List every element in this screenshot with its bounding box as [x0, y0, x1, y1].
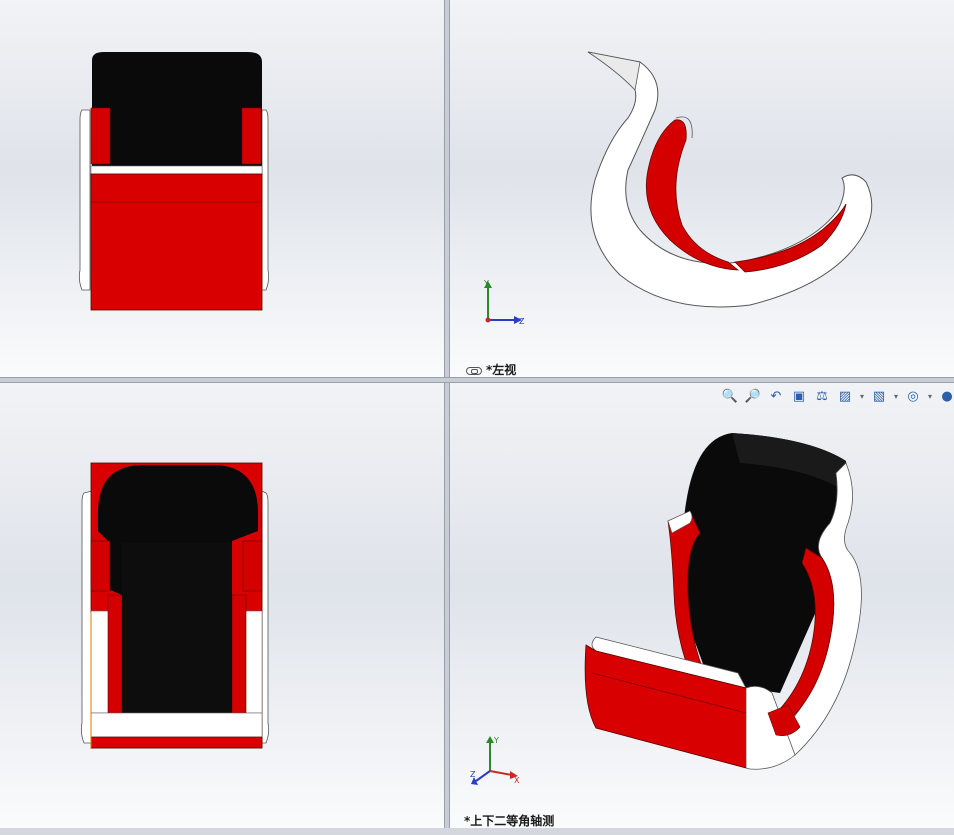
viewport-top-left[interactable] [0, 0, 444, 377]
isometric-view-model [584, 433, 862, 770]
axis-triad: Y X Z [470, 736, 520, 785]
viewport-splitter-vertical[interactable] [444, 0, 450, 835]
view-label-left: *左视 [466, 361, 516, 377]
svg-text:Z: Z [519, 317, 525, 326]
svg-text:Z: Z [470, 770, 476, 779]
svg-text:Y: Y [483, 279, 489, 288]
top-view-model [80, 462, 270, 749]
link-icon [466, 366, 482, 375]
viewport-bottom-left[interactable] [0, 383, 444, 828]
svg-text:Y: Y [493, 736, 499, 745]
viewport-top-right[interactable]: Y Z *左视 [450, 0, 954, 377]
axis-triad: Y Z [483, 279, 525, 326]
viewport-bottom-right[interactable]: 🔍 🔎 ↶ ▣ ⚖ ▨ ▾ ▧ ▾ ◎ ▾ ● Y X Z *上下二等角轴测 [450, 383, 954, 828]
cad-window: Y Z *左视 🔍 🔎 ↶ ▣ ⚖ ▨ ▾ ▧ ▾ ◎ ▾ ● Y X Z *上… [0, 0, 954, 835]
viewport-splitter-horizontal[interactable] [0, 377, 954, 383]
view-label-isometric: *上下二等角轴测 [464, 814, 555, 828]
front-view-model [78, 52, 270, 311]
svg-text:X: X [514, 776, 520, 785]
status-strip [0, 828, 954, 835]
